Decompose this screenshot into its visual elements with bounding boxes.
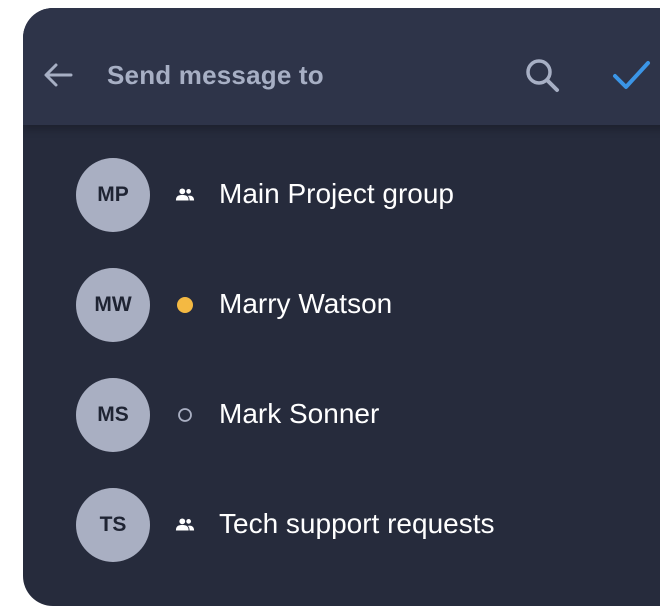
online-status-icon bbox=[175, 295, 195, 315]
avatar: MP bbox=[76, 158, 150, 232]
contact-name: Marry Watson bbox=[219, 288, 393, 319]
contact-name: Tech support requests bbox=[219, 508, 495, 539]
page-title: Send message to bbox=[107, 60, 324, 90]
avatar: TS bbox=[76, 488, 150, 562]
search-icon[interactable] bbox=[523, 56, 561, 94]
contact-name: Mark Sonner bbox=[219, 398, 380, 429]
group-icon bbox=[175, 185, 195, 205]
avatar: MS bbox=[76, 378, 150, 452]
header: Send message to bbox=[23, 8, 660, 125]
arrow-left-icon[interactable] bbox=[41, 58, 75, 92]
list-item[interactable]: MW Marry Watson bbox=[23, 248, 660, 358]
checkmark-icon[interactable] bbox=[611, 58, 651, 92]
list-item[interactable]: MS Mark Sonner bbox=[23, 358, 660, 468]
avatar: MW bbox=[76, 268, 150, 342]
offline-status-icon bbox=[175, 405, 195, 425]
send-message-panel: Send message to MP Main Project group MW bbox=[23, 8, 660, 606]
group-icon bbox=[175, 515, 195, 535]
list-item[interactable]: TS Tech support requests bbox=[23, 468, 660, 578]
list-item[interactable]: MP Main Project group bbox=[23, 138, 660, 248]
contact-name: Main Project group bbox=[219, 178, 455, 209]
